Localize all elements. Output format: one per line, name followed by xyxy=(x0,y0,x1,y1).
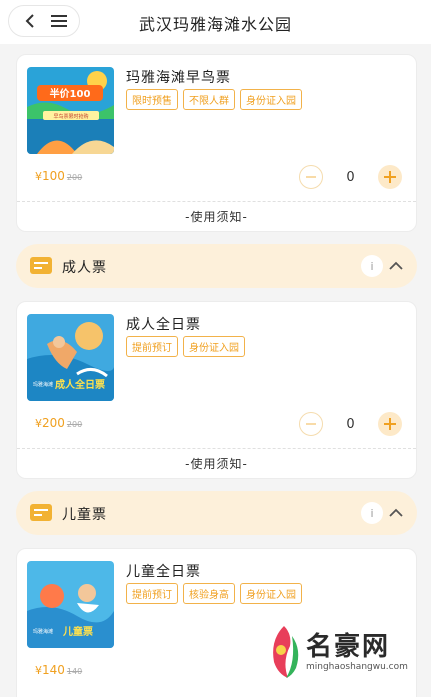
ticket-name: 成人全日票 xyxy=(126,317,201,333)
site-watermark: 名豪网 minghaoshangwu.com xyxy=(262,618,422,692)
ticket-price: ¥200 200 xyxy=(35,416,82,430)
category-header-child[interactable]: 儿童票 i xyxy=(16,491,417,535)
original-price: 200 xyxy=(66,420,83,429)
minus-icon xyxy=(306,423,316,425)
info-icon[interactable]: i xyxy=(361,255,383,277)
quantity-value: 0 xyxy=(346,416,355,432)
ticket-image: 玛雅海滩 儿童票 xyxy=(27,561,114,648)
currency-symbol: ¥ xyxy=(35,170,42,183)
tag: 核验身高 xyxy=(183,583,235,604)
image-ticket-text: 成人全日票 xyxy=(55,378,105,391)
chevron-up-icon[interactable] xyxy=(387,257,405,275)
price-value: 200 xyxy=(42,416,65,430)
image-promo-text: 半价100 xyxy=(50,87,91,100)
currency-symbol: ¥ xyxy=(35,664,42,677)
tag: 身份证入园 xyxy=(240,89,302,110)
ticket-price: ¥140 140 xyxy=(35,663,82,677)
usage-notice-link[interactable]: -使用须知- xyxy=(17,201,416,231)
original-price: 200 xyxy=(66,173,83,182)
tag: 不限人群 xyxy=(183,89,235,110)
decrease-button[interactable] xyxy=(299,165,323,189)
ticket-name: 儿童全日票 xyxy=(126,564,201,580)
image-brand-text: 玛雅海滩 xyxy=(33,628,53,635)
tag: 提前预订 xyxy=(126,583,178,604)
page-title: 武汉玛雅海滩水公园 xyxy=(138,15,292,34)
image-ticket-text: 儿童票 xyxy=(62,625,93,638)
category-label: 成人票 xyxy=(62,260,107,276)
increase-button[interactable] xyxy=(378,165,402,189)
ticket-card-early-bird: 半价100 早鸟票限时抢购 玛雅海滩早鸟票 限时预售 不限人群 身份证入园 ¥1… xyxy=(16,54,417,232)
ticket-name: 玛雅海滩早鸟票 xyxy=(126,70,231,86)
ticket-image: 半价100 早鸟票限时抢购 xyxy=(27,67,114,154)
price-value: 100 xyxy=(42,169,65,183)
tag: 身份证入园 xyxy=(183,336,245,357)
watermark-text: 名豪网 xyxy=(306,632,391,662)
tag: 提前预订 xyxy=(126,336,178,357)
chevron-up-icon[interactable] xyxy=(387,504,405,522)
ticket-icon xyxy=(30,257,52,274)
category-label: 儿童票 xyxy=(62,507,107,523)
plus-icon xyxy=(384,171,396,183)
ticket-icon xyxy=(30,504,52,521)
tag: 身份证入园 xyxy=(240,583,302,604)
header-bar: 武汉玛雅海滩水公园 xyxy=(0,0,431,44)
ticket-image: 玛雅海滩 成人全日票 xyxy=(27,314,114,401)
ticket-tags: 限时预售 不限人群 身份证入园 xyxy=(126,89,302,110)
category-header-adult[interactable]: 成人票 i xyxy=(16,244,417,288)
usage-notice-link[interactable]: -使用须知- xyxy=(17,448,416,478)
increase-button[interactable] xyxy=(378,412,402,436)
tag: 限时预售 xyxy=(126,89,178,110)
minus-icon xyxy=(306,176,316,178)
watermark-logo-icon xyxy=(273,626,299,678)
price-value: 140 xyxy=(42,663,65,677)
ticket-tags: 提前预订 身份证入园 xyxy=(126,336,245,357)
watermark-url: minghaoshangwu.com xyxy=(306,662,408,672)
quantity-stepper: 0 xyxy=(299,412,402,436)
original-price: 140 xyxy=(66,667,83,676)
quantity-stepper: 0 xyxy=(299,165,402,189)
currency-symbol: ¥ xyxy=(35,417,42,430)
image-promo-sub: 早鸟票限时抢购 xyxy=(53,113,88,120)
plus-icon xyxy=(384,418,396,430)
quantity-value: 0 xyxy=(346,169,355,185)
info-icon[interactable]: i xyxy=(361,502,383,524)
ticket-card-adult: 玛雅海滩 成人全日票 成人全日票 提前预订 身份证入园 ¥200 200 0 -使… xyxy=(16,301,417,479)
decrease-button[interactable] xyxy=(299,412,323,436)
ticket-price: ¥100 200 xyxy=(35,169,82,183)
ticket-tags: 提前预订 核验身高 身份证入园 xyxy=(126,583,302,604)
image-brand-text: 玛雅海滩 xyxy=(33,381,53,388)
